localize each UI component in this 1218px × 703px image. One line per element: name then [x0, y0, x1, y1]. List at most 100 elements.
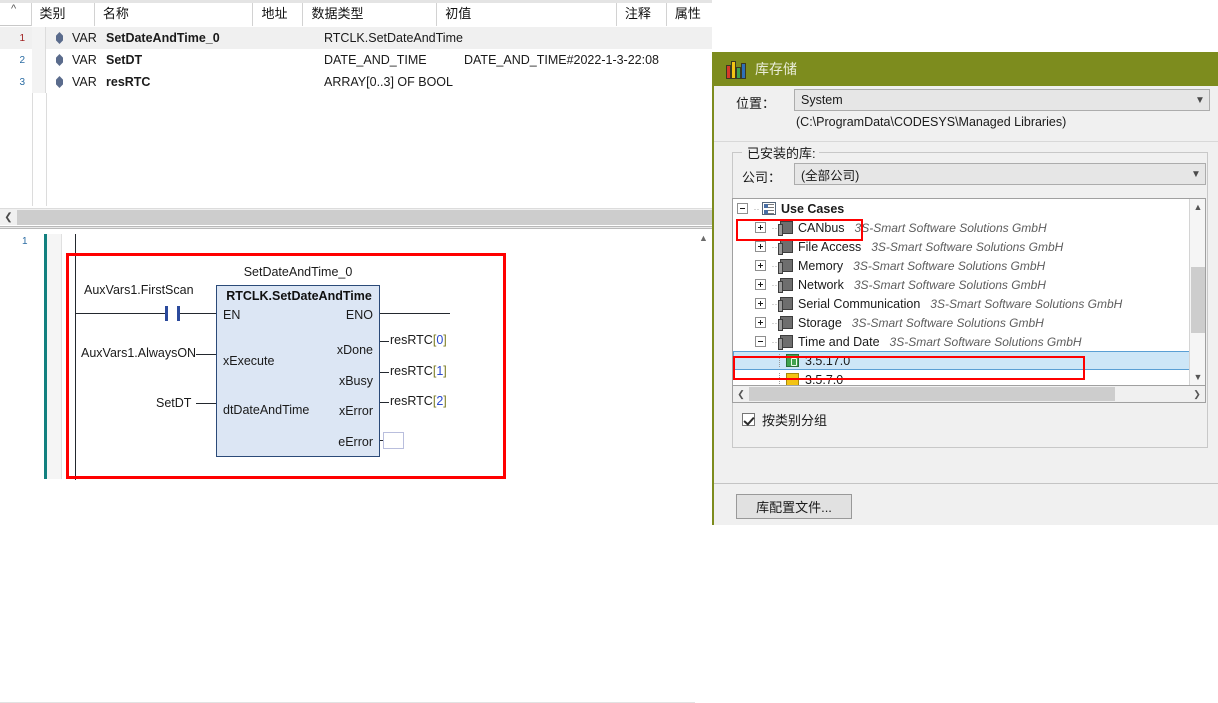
- tree-item-label: 3.5.17.0: [805, 353, 851, 368]
- tree-item-time-and-date[interactable]: ·· Time and Date 3S-Smart Software Solut…: [733, 332, 1205, 351]
- gutter-divider-2: [46, 93, 47, 206]
- checkbox-box-icon[interactable]: [742, 413, 755, 426]
- tree-item-vendor: 3S-Smart Software Solutions GmbH: [930, 296, 1123, 311]
- cell-datatype: RTCLK.SetDateAndTime: [324, 31, 463, 45]
- operand-base: resRTC: [390, 394, 433, 408]
- company-select[interactable]: (全部公司) ▼: [794, 163, 1206, 185]
- dialog-title-bar[interactable]: 库存储: [714, 52, 1218, 86]
- tree-horizontal-scrollbar[interactable]: ❮ ❯: [732, 386, 1206, 403]
- expand-toggle-icon[interactable]: [755, 279, 766, 290]
- fbd-output-operand-resrtc2[interactable]: resRTC[2]: [390, 394, 447, 408]
- expand-toggle-icon[interactable]: [755, 260, 766, 271]
- fbd-input-operand-alwayson[interactable]: AuxVars1.AlwaysON: [81, 346, 196, 360]
- location-select[interactable]: System ▼: [794, 89, 1210, 111]
- fbd-output-operand-resrtc1[interactable]: resRTC[1]: [390, 364, 447, 378]
- row-gutter: [32, 49, 46, 71]
- tree-item-network[interactable]: ·· Network 3S-Smart Software Solutions G…: [733, 275, 1205, 294]
- location-value: System: [801, 93, 843, 107]
- library-books-icon: [726, 60, 746, 79]
- tree-connector-icon: [779, 373, 786, 385]
- scroll-left-icon[interactable]: ❮: [733, 387, 749, 402]
- fbd-input-operand-setdt[interactable]: SetDT: [156, 396, 191, 410]
- tree-item-use-cases[interactable]: ·· Use Cases: [733, 199, 1205, 218]
- fb-instance-label: SetDateAndTime_0: [243, 265, 353, 279]
- tree-item-storage[interactable]: ·· Storage 3S-Smart Software Solutions G…: [733, 313, 1205, 332]
- column-header-attributes[interactable]: 属性: [665, 0, 713, 26]
- pane-splitter[interactable]: [0, 226, 712, 229]
- tree-item-canbus[interactable]: ·· CANbus 3S-Smart Software Solutions Gm…: [733, 218, 1205, 237]
- declaration-editor: ^ 类别 名称 地址 数据类型 初值 注释 属性 1 VAR SetDateAn…: [0, 0, 713, 206]
- scroll-up-icon[interactable]: ▲: [695, 230, 712, 245]
- tree-item-vendor: 3S-Smart Software Solutions GmbH: [854, 220, 1047, 235]
- tree-item-version-3-5-17-0[interactable]: 3.5.17.0: [733, 351, 1205, 370]
- cell-scope: VAR: [46, 27, 98, 49]
- column-header-initial[interactable]: 初值: [436, 0, 616, 26]
- column-header-name[interactable]: 名称: [93, 0, 253, 26]
- fbd-output-operand-eerror-empty[interactable]: [383, 432, 404, 449]
- fb-output-pin-xdone[interactable]: xDone: [337, 343, 373, 357]
- library-version-icon: [786, 373, 799, 385]
- library-tree[interactable]: ·· Use Cases ·· CANbus 3S-Smart Software…: [732, 198, 1206, 386]
- gutter-divider: [32, 93, 33, 206]
- fb-output-pin-xbusy[interactable]: xBusy: [339, 374, 373, 388]
- library-profiles-button[interactable]: 库配置文件...: [736, 494, 852, 519]
- use-cases-icon: [762, 202, 776, 215]
- declaration-collapse-gutter[interactable]: ^: [0, 0, 31, 26]
- scroll-up-icon[interactable]: ▲: [1190, 199, 1205, 215]
- function-block[interactable]: RTCLK.SetDateAndTime EN xExecute dtDateA…: [216, 285, 380, 457]
- tree-vertical-scrollbar[interactable]: ▲ ▼: [1189, 199, 1205, 385]
- collapse-toggle-icon[interactable]: [737, 203, 748, 214]
- tree-item-file-access[interactable]: ·· File Access 3S-Smart Software Solutio…: [733, 237, 1205, 256]
- fb-input-pin-en[interactable]: EN: [223, 308, 240, 322]
- scroll-down-icon[interactable]: ▼: [1190, 369, 1205, 385]
- cell-scope: VAR: [46, 71, 98, 93]
- expand-toggle-icon[interactable]: [755, 317, 766, 328]
- scroll-thumb[interactable]: [17, 209, 712, 225]
- collapse-toggle-icon[interactable]: [755, 336, 766, 347]
- fb-output-pin-xerror[interactable]: xError: [339, 404, 373, 418]
- column-header-address[interactable]: 地址: [252, 0, 303, 26]
- scroll-thumb[interactable]: [1191, 267, 1205, 333]
- group-by-category-checkbox[interactable]: 按类别分组: [742, 410, 827, 429]
- scroll-right-icon[interactable]: ❯: [1189, 387, 1205, 402]
- declaration-table-header: ^ 类别 名称 地址 数据类型 初值 注释 属性: [0, 0, 713, 26]
- cell-datatype: DATE_AND_TIME: [324, 53, 427, 67]
- declaration-horizontal-scrollbar[interactable]: ❮: [0, 208, 712, 225]
- scroll-thumb[interactable]: [749, 387, 1115, 401]
- column-header-comment[interactable]: 注释: [615, 0, 666, 26]
- row-number: 3: [19, 76, 25, 88]
- fb-output-pin-eerror[interactable]: eError: [338, 435, 373, 449]
- column-header-datatype[interactable]: 数据类型: [302, 0, 437, 26]
- group-border-right: [810, 152, 1208, 153]
- wire-xerror: [380, 402, 389, 403]
- library-folder-icon: [778, 278, 793, 293]
- expand-toggle-icon[interactable]: [755, 222, 766, 233]
- signed-library-icon: [786, 354, 799, 367]
- table-row[interactable]: 3 VAR resRTC ARRAY[0..3] OF BOOL: [0, 71, 712, 93]
- company-label: 公司：: [742, 170, 782, 185]
- cell-initial: DATE_AND_TIME#2022-1-3-22:08: [464, 53, 659, 67]
- fbd-vertical-scrollbar[interactable]: ▲: [695, 230, 712, 525]
- column-header-scope[interactable]: 类别: [30, 0, 94, 26]
- network-number: 1: [22, 236, 28, 247]
- fb-input-pin-xexecute[interactable]: xExecute: [223, 354, 274, 368]
- chevron-down-icon: ▼: [1191, 168, 1201, 180]
- expand-toggle-icon[interactable]: [755, 298, 766, 309]
- fbd-output-operand-resrtc0[interactable]: resRTC[0]: [390, 333, 447, 347]
- tree-item-serial-communication[interactable]: ·· Serial Communication 3S-Smart Softwar…: [733, 294, 1205, 313]
- table-row[interactable]: 1 VAR SetDateAndTime_0 RTCLK.SetDateAndT…: [0, 27, 712, 49]
- table-row[interactable]: 2 VAR SetDT DATE_AND_TIME DATE_AND_TIME#…: [0, 49, 712, 71]
- location-label: 位置：: [736, 96, 776, 111]
- fbd-input-operand-firstscan[interactable]: AuxVars1.FirstScan: [84, 283, 194, 297]
- tree-connector-icon: ··: [753, 203, 760, 214]
- tree-item-vendor: 3S-Smart Software Solutions GmbH: [889, 334, 1082, 349]
- library-folder-icon: [778, 335, 793, 350]
- network-gutter: [47, 234, 62, 479]
- tree-item-version-3-5-7-0[interactable]: 3.5.7.0: [733, 370, 1205, 385]
- scroll-left-icon[interactable]: ❮: [0, 209, 17, 226]
- tree-item-label: Storage: [798, 315, 842, 330]
- fb-output-pin-eno[interactable]: ENO: [346, 308, 373, 322]
- expand-toggle-icon[interactable]: [755, 241, 766, 252]
- fb-input-pin-dtdateandtime[interactable]: dtDateAndTime: [223, 403, 309, 417]
- tree-item-memory[interactable]: ·· Memory 3S-Smart Software Solutions Gm…: [733, 256, 1205, 275]
